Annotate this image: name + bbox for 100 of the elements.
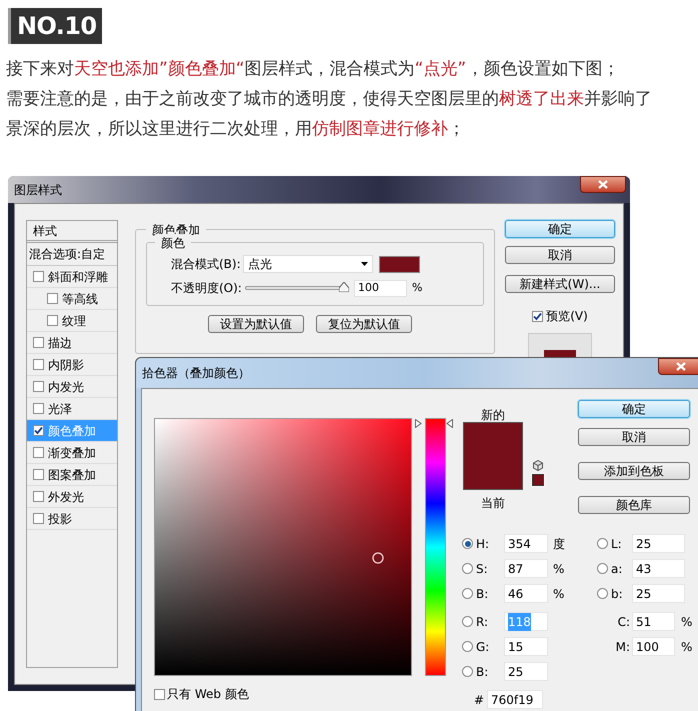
hue-slider-handle[interactable] [415,419,453,428]
checkbox[interactable] [33,403,44,414]
field-label: G: [475,638,490,656]
unit-label: % [412,280,422,296]
section-heading: NO.10 [11,8,102,44]
field-label: L: [610,536,623,552]
slider-thumb[interactable] [339,282,349,292]
field-label: 混合模式(B): [171,256,239,273]
dialog-button[interactable]: 确定 [578,400,690,418]
close-icon [676,362,686,371]
dialog-button[interactable]: 新建样式(W)... [505,275,615,293]
checkbox[interactable] [33,337,44,348]
value-input[interactable]: 15 [504,637,548,656]
color-field[interactable] [154,418,412,676]
field-label: H: [475,536,490,552]
field-label: 不透明度(O): [171,280,241,297]
value-input[interactable]: 87 [504,559,548,578]
radio-button[interactable] [597,538,608,549]
caret-icon [361,262,368,266]
field-label: M: [614,638,631,656]
style-item[interactable]: 图案叠加 [27,464,117,486]
dialog-button[interactable]: 确定 [505,220,615,238]
instruction-paragraph: 接下来对天空也添加”颜色叠加“图层样式，混合模式为“点光”，颜色设置如下图； 需要注意的是，由于之前改变了城市的透明度，使得天空图层里的树透了出来并影响了 景深的层次，所以这里进行二次处理，用仿制图章进行修补； [6,58,652,141]
window-title: 图层样式 [14,182,62,198]
value-input[interactable]: 46 [504,584,548,603]
dialog-button[interactable]: 复位为默认值 [316,315,412,333]
unit-label: % [553,560,564,578]
checkbox[interactable] [47,293,58,304]
current-color-swatch [463,456,523,490]
checkbox[interactable] [47,315,58,326]
value-input[interactable]: 25 [632,534,685,553]
unit-label: % [681,638,692,656]
value-input[interactable]: 760f19 [487,690,543,709]
opacity-input[interactable]: 100 [354,280,407,296]
radio-button[interactable] [597,563,608,574]
window-title: 拾色器（叠加颜色） [142,365,250,382]
style-item[interactable]: 斜面和浮雕 [27,266,117,288]
preview-checkbox[interactable] [532,310,544,322]
field-label: B: [475,664,490,680]
value-input[interactable]: 43 [632,559,685,578]
web-only-checkbox[interactable] [154,688,165,700]
dialog-button[interactable]: 取消 [578,428,690,446]
field-label: R: [475,614,490,630]
dialog-button[interactable]: 颜色库 [578,496,690,514]
style-item[interactable]: 内阴影 [27,354,117,376]
blend-options-item[interactable]: 混合选项:自定 [29,245,106,263]
dialog-button[interactable]: 设置为默认值 [208,315,304,333]
checkbox[interactable] [33,469,44,480]
checkbox[interactable] [33,491,44,502]
swatch-label: 新的 [481,407,505,422]
cube-icon [533,460,543,471]
style-item[interactable]: 等高线 [27,288,117,310]
value-input[interactable]: 51 [632,612,675,631]
radio-button[interactable] [462,588,473,599]
close-button[interactable] [580,176,626,193]
swatch-label: 当前 [481,495,505,512]
style-item[interactable]: 描边 [27,332,117,354]
style-item[interactable]: 外发光 [27,486,117,508]
value-input[interactable]: 25 [632,584,685,603]
field-label: a: [610,560,624,578]
field-label: B: [475,586,490,602]
picker-circle-icon [372,552,384,564]
unit-label: 度 [553,536,565,552]
field-label: S: [475,560,489,578]
new-color-swatch [463,422,523,456]
blend-mode-dropdown[interactable]: 点光 [243,255,373,273]
panel-header: 样式 [33,222,57,240]
value-input[interactable]: 100 [632,637,675,656]
radio-button[interactable] [462,538,473,549]
radio-button[interactable] [462,666,473,677]
close-icon [598,180,608,189]
style-item[interactable]: 纹理 [27,310,117,332]
field-label: C: [616,614,631,630]
unit-label: % [553,586,564,602]
value-input[interactable]: 354 [504,534,548,553]
radio-button[interactable] [462,641,473,652]
dialog-button[interactable]: 添加到色板 [578,462,690,480]
field-label: # [473,692,486,708]
unit-label: % [681,614,692,630]
checkbox[interactable] [33,425,44,436]
radio-button[interactable] [462,563,473,574]
style-item[interactable]: 投影 [27,508,117,530]
field-label: b: [610,586,624,602]
checkbox[interactable] [33,381,44,392]
checkbox[interactable] [33,271,44,282]
radio-button[interactable] [597,588,608,599]
web-color-swatch[interactable] [532,474,544,486]
hue-slider[interactable] [415,418,453,676]
style-item[interactable]: 渐变叠加 [27,442,117,464]
close-button[interactable] [658,358,698,375]
group-title: 颜色 [155,234,191,252]
style-item[interactable]: 内发光 [27,376,117,398]
color-swatch[interactable] [379,256,420,272]
checkbox[interactable] [33,447,44,458]
checkbox[interactable] [33,513,44,524]
dialog-button[interactable]: 取消 [505,246,615,264]
radio-button[interactable] [462,616,473,627]
checkbox-label: 预览(V) [546,308,588,325]
value-input[interactable]: 25 [504,662,548,681]
checkbox[interactable] [33,359,44,370]
